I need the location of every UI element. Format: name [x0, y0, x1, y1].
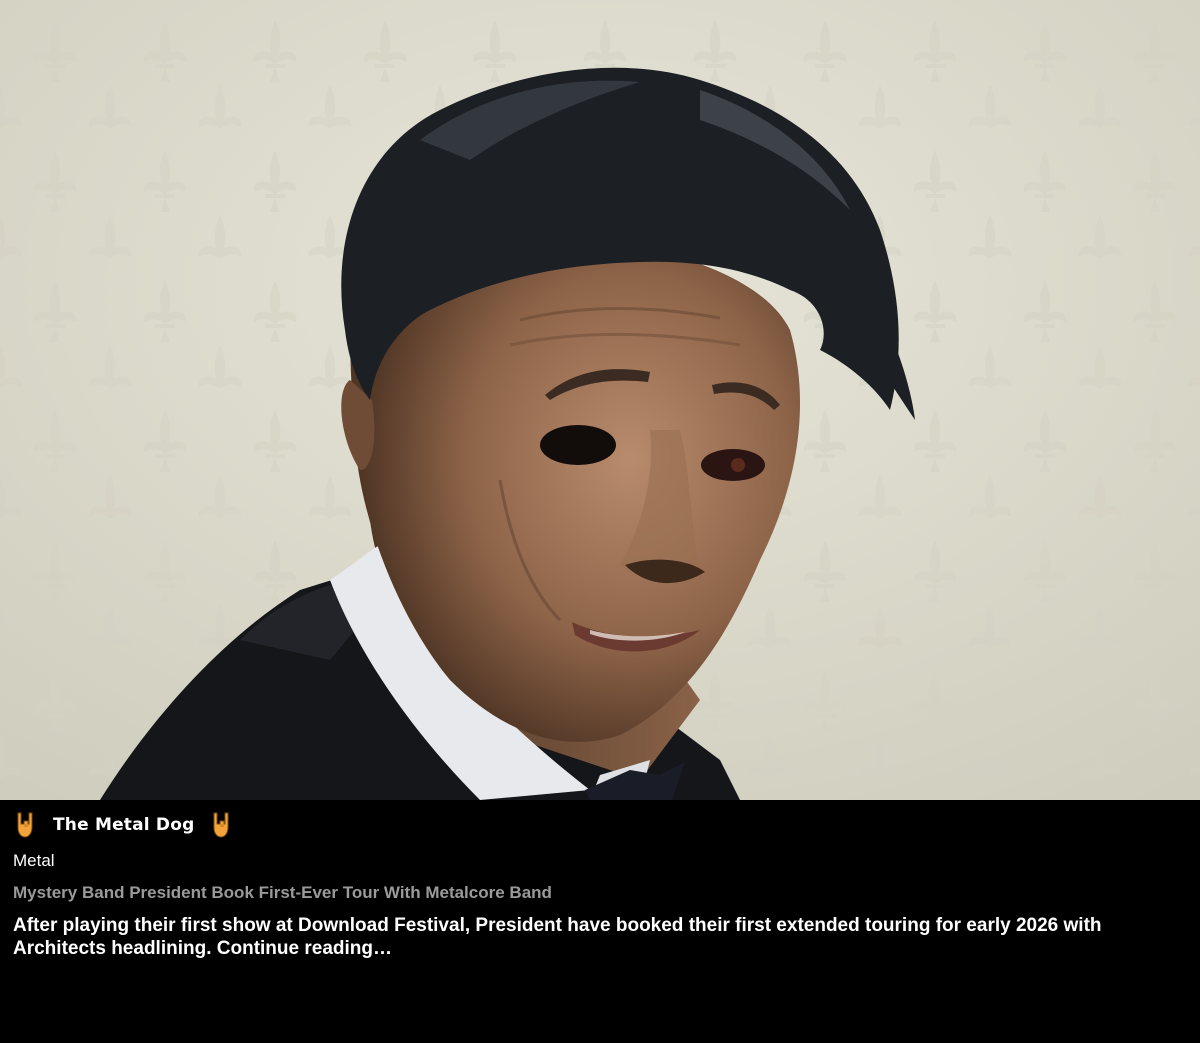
rock-horns-icon: [209, 811, 233, 839]
hero-photo: [0, 0, 1200, 800]
rock-horns-icon: [13, 811, 37, 839]
article-summary: After playing their first show at Downlo…: [13, 914, 1163, 960]
hero-image[interactable]: [0, 0, 1200, 800]
source-row[interactable]: The Metal Dog: [13, 810, 233, 840]
source-name[interactable]: The Metal Dog: [53, 815, 195, 835]
continue-reading-link[interactable]: Continue reading…: [217, 938, 392, 959]
category-label: Metal: [13, 851, 55, 870]
news-card[interactable]: The Metal Dog Metal Mystery Band Preside…: [0, 0, 1200, 1043]
article-headline[interactable]: Mystery Band President Book First-Ever T…: [13, 883, 552, 903]
summary-text: After playing their first show at Downlo…: [13, 915, 1102, 959]
article-caption: The Metal Dog Metal Mystery Band Preside…: [0, 800, 1200, 1043]
